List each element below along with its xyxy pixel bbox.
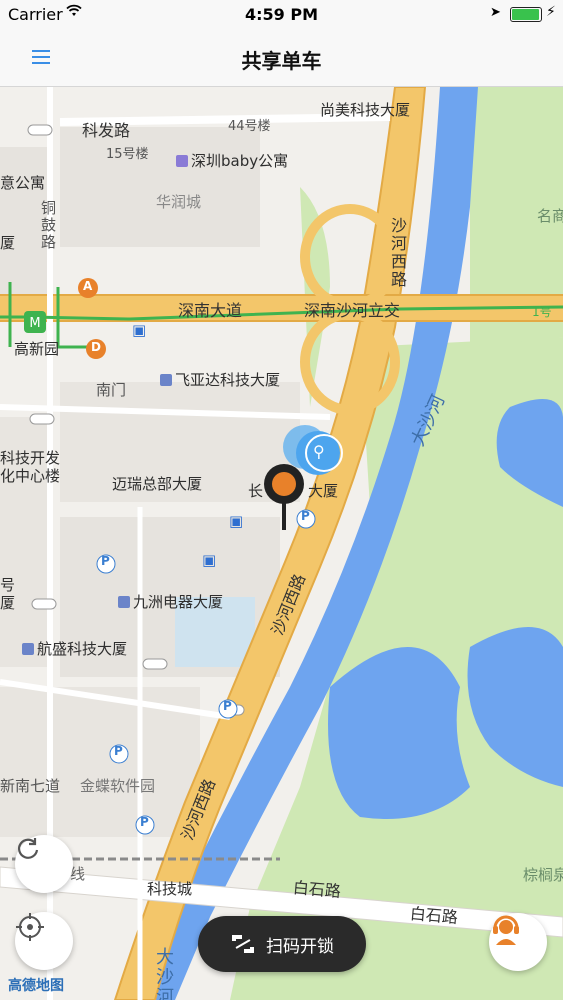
map-attribution: 高德地图	[8, 978, 64, 994]
parking-icon: P	[223, 699, 232, 713]
bus-stop-icon: ▣	[132, 321, 147, 339]
poi-xia-2: 厦	[0, 594, 16, 612]
poi-hua-zhongxin: 化中心楼	[0, 467, 61, 485]
parking-icon: P	[301, 509, 310, 523]
poi-baby-apartment: 深圳baby公寓	[176, 150, 288, 171]
road-label-baishi: 白石路	[292, 877, 342, 902]
metro-exit-d: D	[91, 340, 101, 354]
locate-button[interactable]	[15, 912, 73, 970]
road-label-shennan-dadao: 深南大道	[178, 301, 243, 320]
poi-yi-apartment: 意公寓	[0, 174, 46, 192]
refresh-button[interactable]	[15, 835, 73, 893]
parking-icon: P	[140, 815, 149, 829]
road-label-kefa: 科发路	[82, 121, 131, 140]
poi-chang: 长	[248, 482, 264, 500]
clock: 4:59 PM	[244, 5, 318, 24]
poi-b15: 15号楼	[106, 147, 149, 162]
poi-da-xia: 大厦	[308, 482, 339, 500]
metro-line-label: 1号	[532, 305, 552, 319]
poi-huarun: 华润城	[156, 193, 202, 211]
charging-icon: ⚡	[546, 4, 556, 20]
scan-unlock-button[interactable]: 扫码开锁	[198, 916, 366, 972]
scan-unlock-label: 扫码开锁	[266, 936, 334, 957]
building-icon	[160, 374, 172, 386]
location-arrow-icon: ➤	[490, 5, 501, 20]
poi-nanmen: 南门	[96, 381, 127, 399]
bus-stop-icon: ▣	[229, 512, 244, 530]
svg-text:M: M	[29, 316, 40, 331]
parking-icon: P	[114, 744, 123, 758]
poi-b44: 44号楼	[228, 119, 271, 134]
poi-hangsheng: 航盛科技大厦	[22, 638, 127, 659]
poi-jindie: 金蝶软件园	[80, 777, 156, 795]
poi-jiuzhou: 九洲电器大厦	[118, 591, 223, 612]
poi-feiyada: 飞亚达科技大厦	[160, 369, 280, 390]
river-label-dashahe: 大沙河	[153, 947, 174, 1000]
building-icon	[118, 596, 130, 608]
poi-kejicheng: 科技城	[147, 880, 193, 898]
bus-stop-icon: ▣	[202, 551, 217, 569]
parking-icon: P	[101, 554, 110, 568]
customer-service-button[interactable]	[489, 913, 547, 971]
status-bar: Carrier 4:59 PM ➤ ⚡	[0, 0, 563, 30]
metro-exit-a: A	[83, 279, 93, 293]
battery-icon	[510, 7, 542, 22]
crosshair-icon	[16, 913, 44, 941]
poi-mingge: 名商	[537, 207, 563, 225]
headset-icon	[493, 915, 519, 945]
scan-icon	[232, 935, 254, 953]
poi-xia: 厦	[0, 234, 16, 252]
map-view[interactable]: M P P P P P A D ⚲ 科发路 深南大道 深南沙河立交 沙河西路 沙	[0, 87, 563, 1000]
road-label-shahe-xilu: 沙河西路	[388, 217, 407, 289]
road-label-xinnan-qidao: 新南七道	[0, 777, 61, 795]
road-label-shennan-shahe: 深南沙河立交	[304, 301, 401, 320]
poi-gaoxinyuan: 高新园	[14, 340, 60, 358]
poi-zonglv: 棕榈泉	[523, 866, 563, 884]
page-title: 共享单车	[241, 49, 322, 73]
nav-bar: 共享单车	[0, 30, 563, 87]
road-label-baishi: 白石路	[409, 903, 459, 928]
poi-mairui: 迈瑞总部大厦	[112, 475, 203, 493]
refresh-icon	[17, 838, 39, 859]
bike-icon[interactable]: ⚲	[313, 442, 325, 461]
building-icon	[22, 643, 34, 655]
hotel-icon	[176, 155, 188, 167]
poi-shangmei: 尚美科技大厦	[320, 101, 411, 119]
road-label-tonggu: 铜鼓路	[39, 200, 57, 251]
